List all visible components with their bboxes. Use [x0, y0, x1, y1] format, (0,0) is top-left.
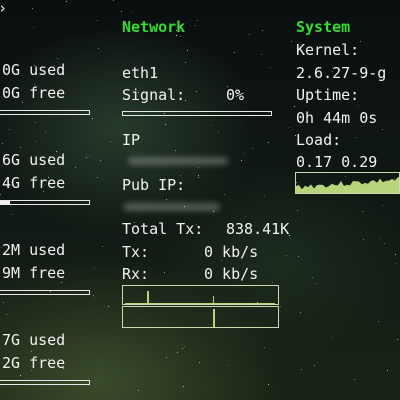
tx-value: 0 kb/s: [204, 243, 259, 261]
rx-graph: [122, 306, 279, 328]
mem-row1-used: 0G used: [2, 61, 66, 79]
mem-row4-free: 2G free: [2, 354, 66, 372]
mem-row3-bar: [0, 290, 90, 295]
mem-row2-bar-fill: [0, 201, 10, 204]
load-graph-area: [296, 177, 399, 193]
kernel-value: 2.6.27-9-g: [296, 64, 387, 82]
pub-ip-label: Pub IP:: [122, 176, 186, 194]
mem-row2-used: 6G used: [2, 151, 66, 169]
signal-value: 0%: [226, 86, 245, 104]
rx-value: 0 kb/s: [204, 265, 259, 283]
pub-ip-redacted: [124, 203, 220, 211]
mem-row1-bar: [0, 110, 90, 115]
uptime-value: 0h 44m 0s: [296, 109, 378, 127]
total-tx-label: Total Tx:: [122, 220, 204, 238]
mem-row1-free: 0G free: [2, 84, 66, 102]
tx-graph-plot: [125, 291, 275, 304]
network-interface: eth1: [122, 64, 159, 82]
mem-row4-used: 7G used: [2, 331, 66, 349]
signal-bar: [122, 111, 272, 116]
load-label: Load:: [296, 131, 342, 149]
network-header: Network: [122, 18, 186, 36]
ip-label: IP: [122, 131, 141, 149]
kernel-label: Kernel:: [296, 41, 360, 59]
left-column-arrow: ›: [0, 0, 7, 17]
system-header: System: [296, 18, 351, 36]
mem-row3-used: 2M used: [2, 241, 66, 259]
rx-label: Rx:: [122, 265, 150, 283]
load-graph-plot: [296, 177, 399, 193]
signal-label: Signal:: [122, 86, 186, 104]
load-graph: [295, 172, 400, 194]
mem-row2-bar: [0, 200, 90, 205]
total-tx-value: 838.41K: [226, 220, 290, 238]
mem-row3-free: 9M free: [2, 264, 66, 282]
mem-row4-bar: [0, 380, 90, 385]
uptime-label: Uptime:: [296, 86, 360, 104]
load-value: 0.17 0.29: [296, 153, 378, 171]
rx-graph-plot: [213, 309, 215, 327]
mem-row2-free: 4G free: [2, 174, 66, 192]
tx-label: Tx:: [122, 243, 150, 261]
tx-graph: [122, 285, 279, 305]
ip-redacted: [128, 157, 228, 165]
